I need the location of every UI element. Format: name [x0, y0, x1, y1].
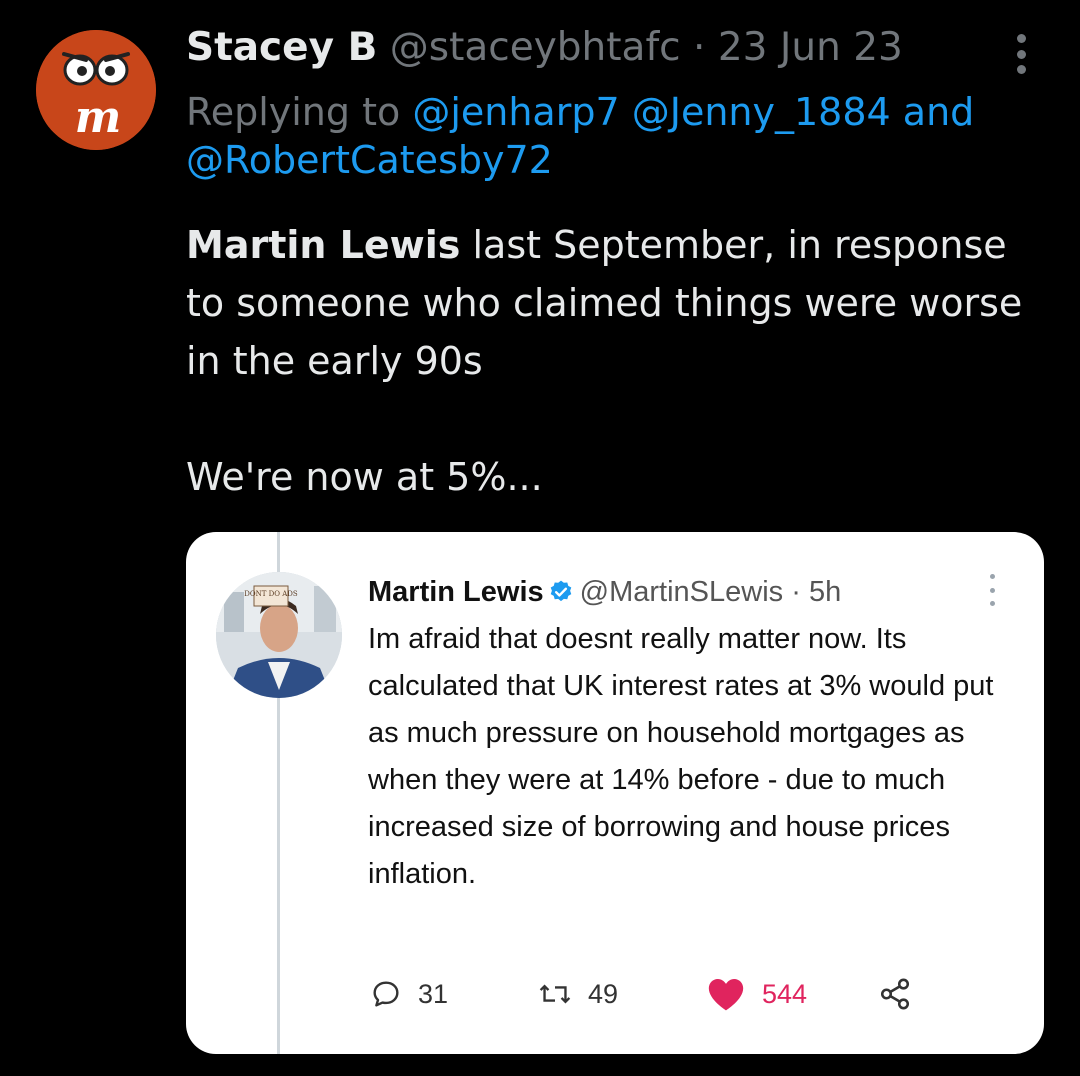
quoted-text: Im afraid that doesnt really matter now.…	[368, 623, 994, 890]
mm-character-image: m	[36, 30, 156, 150]
reply-icon	[373, 981, 399, 1007]
body-bold-text: Martin Lewis	[186, 223, 461, 267]
author-handle[interactable]: @staceybhtafc	[390, 25, 681, 70]
author-avatar[interactable]: m	[36, 30, 156, 150]
body-second-paragraph: We're now at 5%...	[186, 455, 543, 499]
replying-to: Replying to @jenharp7 @Jenny_1884 and @R…	[186, 88, 1046, 184]
quoted-separator: ·	[791, 576, 801, 608]
more-dot-icon	[990, 601, 995, 606]
quoted-tweet-card[interactable]: DONT DO ADS Martin Lewis @MartinSLewis ·…	[186, 532, 1044, 1054]
quoted-avatar[interactable]: DONT DO ADS	[216, 572, 342, 698]
more-options-button[interactable]	[1010, 34, 1032, 74]
mention-and[interactable]: and	[903, 90, 975, 134]
quoted-action-bar: 31 49 544	[368, 972, 1028, 1016]
mention-link-1[interactable]: @jenharp7	[412, 90, 619, 134]
mention-link-2[interactable]: @Jenny_1884	[632, 90, 891, 134]
tweet-header: Stacey B @staceybhtafc · 23 Jun 23	[186, 22, 903, 74]
author-name[interactable]: Stacey B	[186, 25, 377, 70]
quoted-handle[interactable]: @MartinSLewis	[580, 576, 784, 608]
heart-icon	[708, 978, 744, 1011]
quoted-more-button[interactable]	[990, 574, 998, 606]
quoted-time[interactable]: 5h	[809, 576, 841, 608]
avatar-badge-text: DONT DO ADS	[244, 590, 298, 598]
like-button[interactable]: 544	[706, 972, 807, 1016]
like-count: 544	[762, 978, 808, 1009]
retweet-button[interactable]: 49	[538, 972, 618, 1016]
quoted-header: Martin Lewis @MartinSLewis · 5h	[368, 572, 841, 612]
retweet-count: 49	[588, 978, 619, 1009]
avatar-letter: m	[75, 92, 122, 143]
reply-button[interactable]: 31	[370, 972, 448, 1016]
more-dot-icon	[990, 574, 995, 579]
replying-to-label: Replying to	[186, 90, 401, 134]
retweet-icon	[539, 984, 571, 1004]
reply-count: 31	[418, 978, 449, 1009]
martin-lewis-photo: DONT DO ADS	[216, 572, 342, 698]
share-button[interactable]	[878, 972, 928, 1016]
more-dot-icon	[1016, 65, 1026, 74]
quoted-author-name[interactable]: Martin Lewis	[368, 576, 544, 608]
verified-badge-icon	[550, 580, 571, 602]
tweet-date[interactable]: 23 Jun 23	[718, 25, 903, 70]
more-dot-icon	[1016, 34, 1026, 43]
meta-separator: ·	[693, 25, 706, 70]
more-dot-icon	[1016, 49, 1026, 59]
more-dot-icon	[990, 587, 995, 593]
share-icon	[880, 978, 910, 1010]
tweet-body: Martin Lewis last September, in response…	[186, 216, 1056, 506]
mention-link-3[interactable]: @RobertCatesby72	[186, 138, 553, 182]
